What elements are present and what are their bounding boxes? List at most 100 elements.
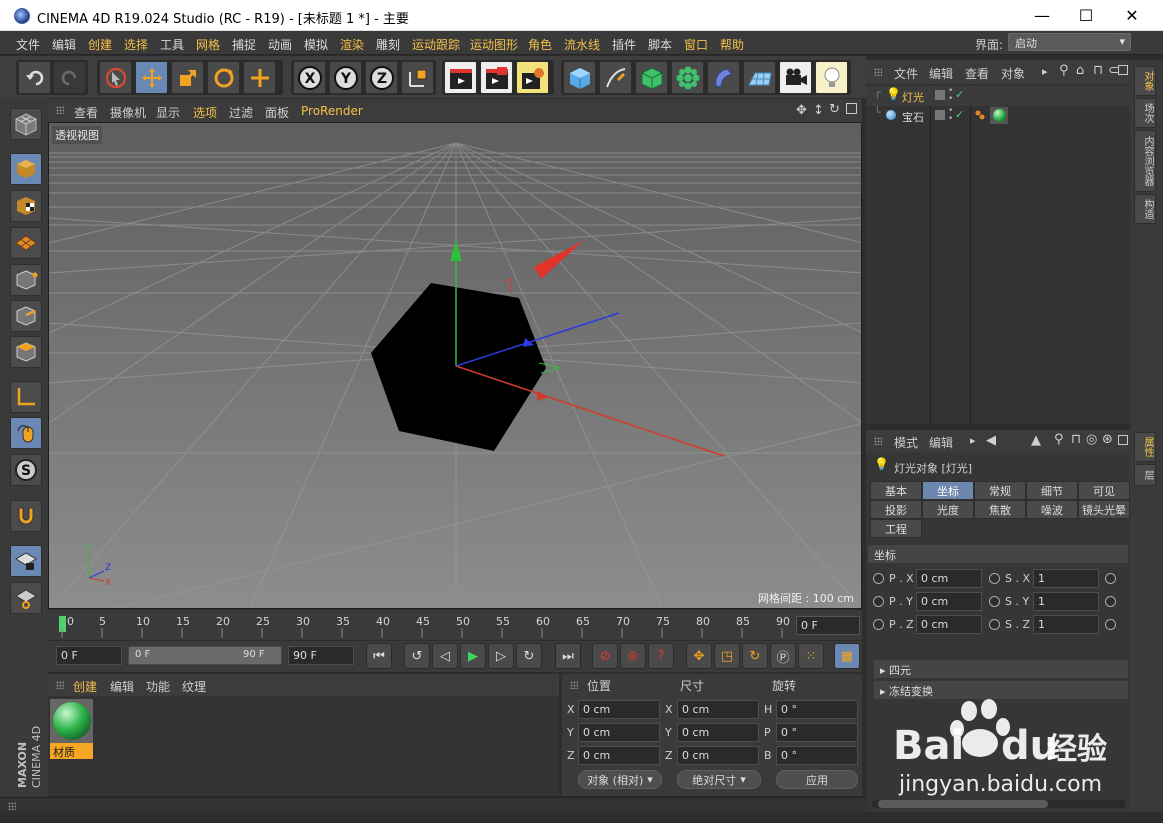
next-keyframe-button[interactable]: ↻ — [516, 643, 542, 669]
scale-z-field[interactable]: 1 — [1033, 615, 1099, 634]
frame-range-slider[interactable]: 0 F 90 F — [128, 646, 282, 665]
polygons-mode-button[interactable] — [10, 336, 42, 368]
previous-frame-button[interactable]: ◁ — [432, 643, 458, 669]
viewport-menu-panel[interactable]: 面板 — [265, 104, 289, 121]
pos-y-animate-radio[interactable] — [873, 596, 884, 607]
viewport-menu-display[interactable]: 显示 — [156, 104, 180, 121]
scrollbar-thumb[interactable] — [878, 800, 1048, 808]
coordinate-mode-dropdown[interactable]: 对象 (相对) ▾ — [578, 770, 662, 789]
panel-grip-icon[interactable] — [874, 437, 882, 445]
tab-general[interactable]: 常规 — [974, 481, 1026, 500]
workplane-lock-button[interactable] — [10, 545, 42, 577]
size-y-field[interactable]: 0 cm — [677, 723, 759, 742]
rotate-tool-button[interactable] — [207, 61, 240, 94]
menu-plugins[interactable]: 插件 — [612, 36, 636, 53]
search-icon[interactable]: ⚲ — [1059, 63, 1069, 78]
new-window-icon[interactable] — [1118, 65, 1128, 75]
object-menu-objects[interactable]: 对象 — [1001, 65, 1025, 82]
current-frame-field[interactable]: 0 F — [796, 616, 860, 635]
timeline-window-button[interactable]: ▦ — [834, 643, 860, 669]
z-axis-lock-button[interactable]: Z — [365, 61, 398, 94]
vtab-content-browser[interactable]: 内容浏览器 — [1134, 130, 1156, 192]
object-menu-file[interactable]: 文件 — [894, 65, 918, 82]
rot-animate-radio[interactable] — [1105, 596, 1116, 607]
pos-x-animate-radio[interactable] — [873, 573, 884, 584]
rot-animate-radio[interactable] — [1105, 573, 1116, 584]
play-button[interactable]: ▶ — [460, 643, 486, 669]
material-swatch[interactable]: 材质 — [50, 699, 93, 760]
rot-p-field[interactable]: 0 ° — [776, 723, 858, 742]
key-parameter-button[interactable]: Ⓟ — [770, 643, 796, 669]
panel-grip-icon[interactable] — [8, 802, 16, 810]
axis-mode-button[interactable] — [10, 381, 42, 413]
material-menu-create[interactable]: 创建 — [73, 678, 97, 695]
rot-h-field[interactable]: 0 ° — [776, 700, 858, 719]
previous-keyframe-button[interactable]: ↺ — [404, 643, 430, 669]
attribute-menu-edit[interactable]: 编辑 — [929, 434, 953, 451]
y-axis-lock-button[interactable]: Y — [329, 61, 362, 94]
tab-caustics[interactable]: 焦散 — [974, 500, 1026, 519]
visibility-dots-icon[interactable]: • • — [948, 87, 953, 104]
up-arrow-icon[interactable]: ▲ — [1031, 433, 1041, 448]
autokey-button[interactable]: ⊛ — [620, 643, 646, 669]
menu-sculpt[interactable]: 雕刻 — [376, 36, 400, 53]
menu-snap[interactable]: 捕捉 — [232, 36, 256, 53]
search-icon[interactable]: ⚲ — [1054, 432, 1064, 447]
coordinate-system-button[interactable] — [401, 61, 434, 94]
tab-photometric[interactable]: 光度 — [922, 500, 974, 519]
material-tag-icon[interactable] — [990, 107, 1008, 124]
object-row-gem[interactable]: └ 宝石 • • ✓ — [866, 106, 1130, 126]
menu-animate[interactable]: 动画 — [268, 36, 292, 53]
keyframe-selection-button[interactable]: ? — [648, 643, 674, 669]
settings-icon[interactable]: ⊛ — [1102, 432, 1113, 447]
menu-help[interactable]: 帮助 — [720, 36, 744, 53]
floor-button[interactable] — [743, 61, 776, 94]
scale-y-animate-radio[interactable] — [989, 596, 1000, 607]
target-icon[interactable]: ◎ — [1086, 432, 1097, 447]
key-pla-button[interactable]: ⁙ — [798, 643, 824, 669]
model-mode-button[interactable] — [10, 153, 42, 185]
panel-grip-icon[interactable] — [570, 681, 578, 689]
end-frame-field[interactable]: 90 F — [288, 646, 354, 665]
menu-mograph[interactable]: 运动图形 — [470, 36, 518, 53]
vtab-structure[interactable]: 构造 — [1134, 194, 1156, 224]
viewport-menu-view[interactable]: 查看 — [74, 104, 98, 121]
material-menu-texture[interactable]: 纹理 — [182, 678, 206, 695]
scale-x-animate-radio[interactable] — [989, 573, 1000, 584]
object-menu-edit[interactable]: 编辑 — [929, 65, 953, 82]
transform-tool-button[interactable] — [243, 61, 276, 94]
menu-mesh[interactable]: 网格 — [196, 36, 220, 53]
vtab-layers[interactable]: 层 — [1134, 464, 1156, 486]
vtab-attributes[interactable]: 属性 — [1134, 432, 1156, 462]
visibility-dots-icon[interactable]: • • — [948, 107, 953, 124]
tab-coordinates[interactable]: 坐标 — [922, 481, 974, 500]
close-button[interactable]: ✕ — [1109, 0, 1155, 31]
viewport-menu-options[interactable]: 选项 — [193, 104, 217, 121]
viewport-menu-prorender[interactable]: ProRender — [301, 104, 363, 118]
home-icon[interactable]: ⌂ — [1076, 63, 1084, 78]
cube-button[interactable] — [563, 61, 596, 94]
tab-visibility[interactable]: 可见 — [1078, 481, 1130, 500]
menu-file[interactable]: 文件 — [16, 36, 40, 53]
move-tool-button[interactable] — [135, 61, 168, 94]
menu-pipeline[interactable]: 流水线 — [564, 36, 600, 53]
perspective-viewport[interactable]: Y Z X — [48, 122, 862, 609]
menu-more-icon[interactable]: ▸ — [970, 434, 976, 447]
render-settings-button[interactable] — [516, 61, 549, 94]
scale-x-field[interactable]: 1 — [1033, 569, 1099, 588]
viewport-rotate-icon[interactable]: ↻ — [829, 102, 840, 117]
x-axis-lock-button[interactable]: X — [293, 61, 326, 94]
pos-y-field[interactable]: 0 cm — [578, 723, 660, 742]
viewport-menu-filter[interactable]: 过滤 — [229, 104, 253, 121]
cloner-button[interactable] — [671, 61, 704, 94]
pen-spline-button[interactable] — [599, 61, 632, 94]
enabled-check-icon[interactable]: ✓ — [955, 88, 964, 101]
menu-edit[interactable]: 编辑 — [52, 36, 76, 53]
layout-select[interactable]: 启动 ▾ — [1008, 33, 1131, 51]
render-view-button[interactable] — [444, 61, 477, 94]
vtab-objects[interactable]: 对象 — [1134, 66, 1156, 96]
layer-icon[interactable] — [935, 90, 945, 100]
viewport-menu-cameras[interactable]: 摄像机 — [110, 104, 146, 121]
menu-render[interactable]: 渲染 — [340, 36, 364, 53]
material-menu-function[interactable]: 功能 — [146, 678, 170, 695]
